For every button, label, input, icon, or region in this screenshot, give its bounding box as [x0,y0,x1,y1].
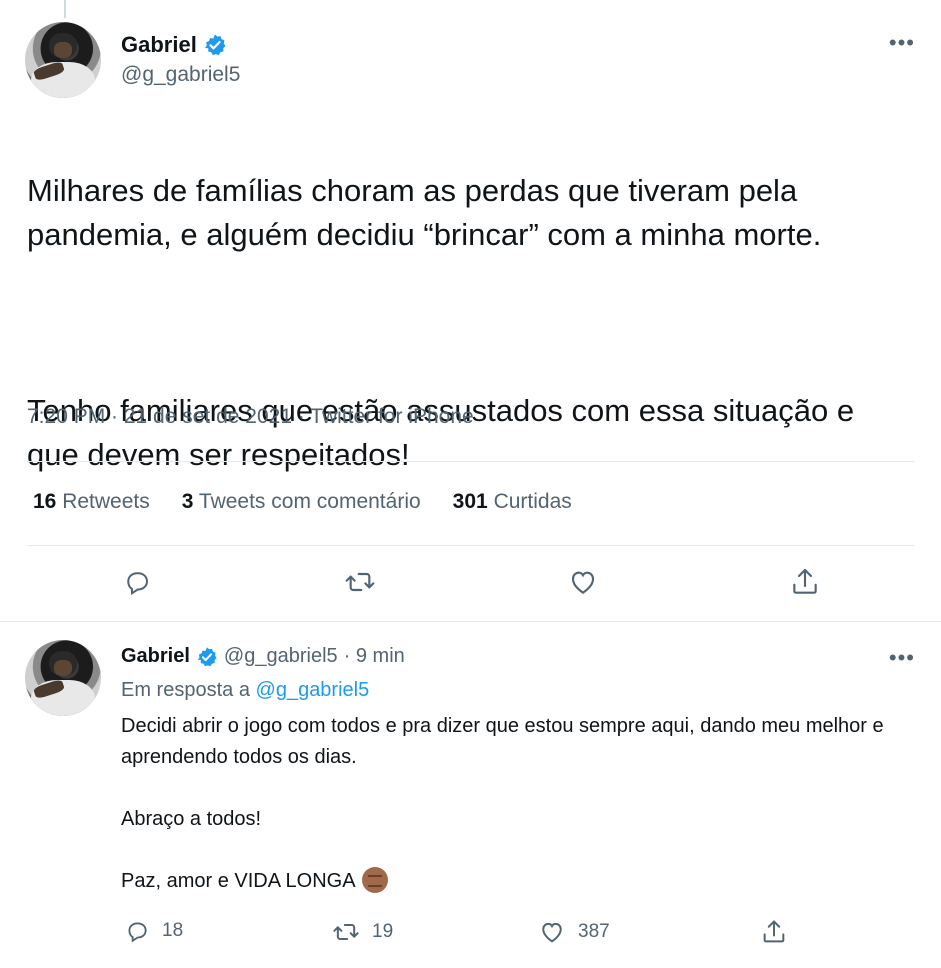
reply-time-ago[interactable]: · 9 min [344,645,405,668]
reply-text-paragraph-3-wrap: Paz, amor e VIDA LONGA [121,866,901,897]
reply-icon [127,572,149,596]
like-button[interactable] [566,565,600,599]
reply-button[interactable]: 18 [124,918,183,944]
thread-connector-line [64,0,66,18]
in-reply-to: Em resposta a @g_gabriel5 [121,679,369,702]
reply-count: 18 [162,920,184,941]
raised-fist-emoji-icon [361,867,388,893]
quotes-stat[interactable]: 3 Tweets com comentário [182,490,421,514]
tweet-stats: 16 Retweets 3 Tweets com comentário 301 … [33,490,572,514]
quotes-label: Tweets com comentário [198,490,421,513]
reply-text: Decidi abrir o jogo com todos e pra dize… [121,711,901,897]
share-button[interactable] [760,918,788,946]
tweet-text-paragraph-2: Tenho familiares que estão assustados co… [27,393,855,472]
retweets-label: Retweets [62,490,150,513]
reply-text-paragraph-3: Paz, amor e VIDA LONGA [121,870,356,892]
tweet-text-paragraph-1: Milhares de famílias choram as perdas qu… [27,173,822,252]
reply-author-handle[interactable]: @g_gabriel5 [224,645,338,668]
verified-badge-icon [196,646,218,668]
quotes-count: 3 [181,490,194,513]
reply-text-paragraph-2: Abraço a todos! [121,808,262,830]
like-count: 387 [578,921,610,942]
more-options-icon[interactable]: ••• [889,32,915,54]
more-options-icon[interactable]: ••• [889,647,915,669]
like-icon [542,922,562,943]
in-reply-to-link[interactable]: @g_gabriel5 [256,679,370,701]
verified-badge-icon [203,33,227,57]
reply-button[interactable] [120,565,154,599]
share-icon [793,568,817,594]
author-handle[interactable]: @g_gabriel5 [121,63,240,87]
retweet-icon [345,572,375,592]
reply-header: Gabriel @g_gabriel5 · 9 min [121,645,405,668]
tweet-timestamp[interactable]: 7:20 PM · 21 de set de 2021 · Twitter fo… [27,405,474,429]
author-name[interactable]: Gabriel [121,32,227,58]
retweet-button[interactable]: 19 [332,918,393,946]
divider [0,621,941,622]
retweets-stat[interactable]: 16 Retweets [33,490,150,514]
retweet-icon [333,924,359,940]
divider [27,461,915,462]
author-name-label: Gabriel [121,32,197,57]
share-icon [763,920,785,943]
likes-label: Curtidas [493,490,572,513]
in-reply-to-prefix: Em resposta a [121,679,250,701]
likes-stat[interactable]: 301 Curtidas [453,490,572,514]
reply-avatar[interactable] [25,640,101,716]
retweet-button[interactable] [343,565,377,599]
like-icon [571,571,595,594]
reply-author-name[interactable]: Gabriel [121,645,190,668]
avatar[interactable] [25,22,101,98]
likes-count: 301 [452,490,488,513]
reply-text-paragraph-1: Decidi abrir o jogo com todos e pra dize… [121,715,884,768]
share-button[interactable] [788,565,822,599]
reply-icon [128,922,147,943]
divider [27,545,915,546]
like-button[interactable]: 387 [538,918,610,946]
retweet-count: 19 [372,921,394,942]
retweets-count: 16 [33,490,57,513]
